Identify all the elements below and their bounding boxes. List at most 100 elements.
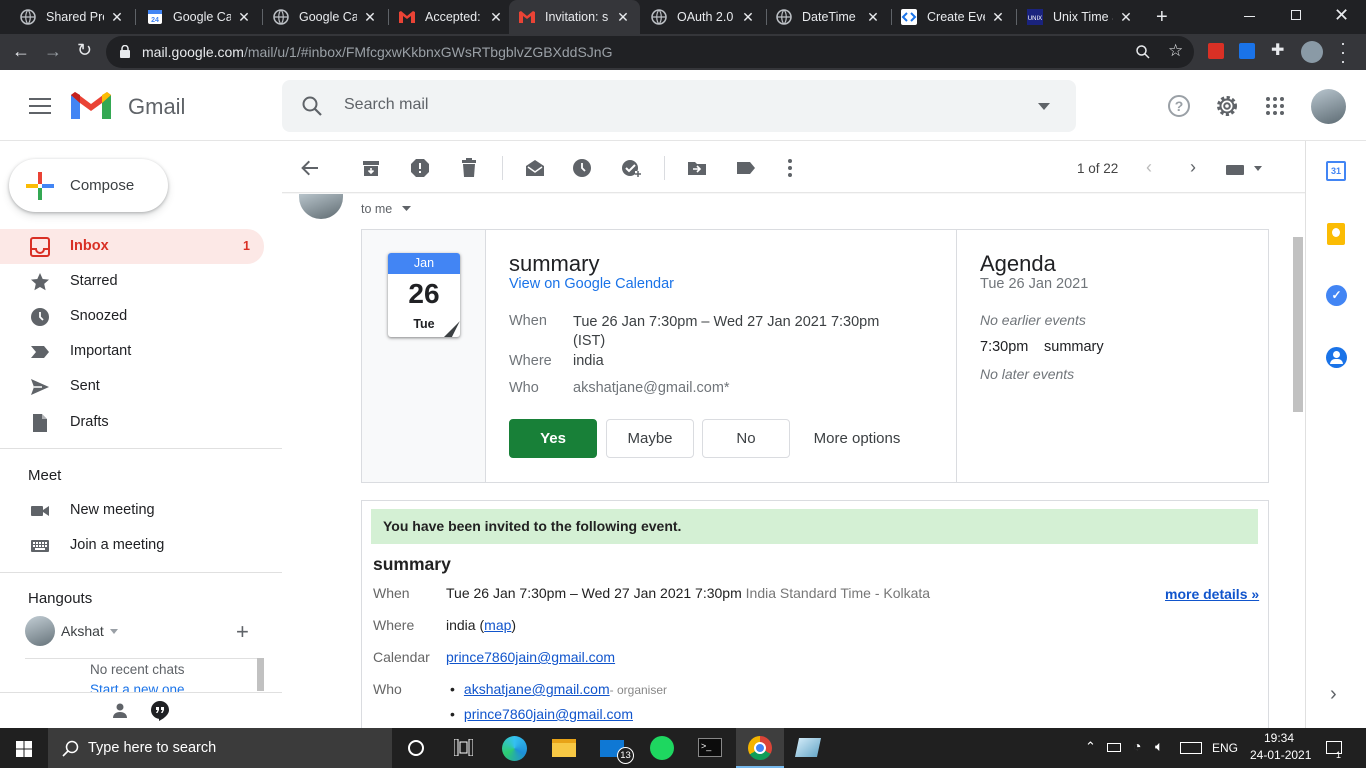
add-to-tasks-icon[interactable] bbox=[621, 158, 641, 178]
restore-icon[interactable] bbox=[1291, 10, 1301, 20]
browser-menu-icon[interactable]: · · · bbox=[1340, 34, 1346, 70]
close-tab-icon[interactable]: ✕ bbox=[237, 9, 251, 26]
join-meeting-item[interactable]: Join a meeting bbox=[0, 528, 264, 563]
show-hidden-icons-icon[interactable]: ⌃ bbox=[1085, 739, 1096, 755]
agenda-item-title[interactable]: summary bbox=[1044, 339, 1104, 355]
sidebar-item-important[interactable]: Important bbox=[0, 334, 264, 369]
file-explorer-icon[interactable] bbox=[552, 739, 576, 757]
bookmark-star-icon[interactable]: ☆ bbox=[1168, 41, 1183, 61]
close-tab-icon[interactable]: ✕ bbox=[991, 9, 1005, 26]
recipient-details-dropdown-icon[interactable] bbox=[402, 206, 411, 211]
label-icon[interactable] bbox=[736, 158, 756, 178]
hangouts-user-avatar[interactable] bbox=[25, 616, 55, 646]
add-chat-icon[interactable]: + bbox=[236, 621, 249, 643]
compose-button[interactable]: Compose bbox=[9, 159, 168, 212]
hangouts-chat-icon[interactable] bbox=[151, 701, 169, 721]
battery-icon[interactable] bbox=[1107, 743, 1121, 752]
delete-icon[interactable] bbox=[459, 158, 479, 178]
volume-icon[interactable]: 🔈︎ bbox=[1155, 738, 1163, 755]
more-details-link[interactable]: more details » bbox=[1165, 586, 1259, 602]
sidebar-item-sent[interactable]: Sent bbox=[0, 369, 264, 404]
sidebar-item-snoozed[interactable]: Snoozed bbox=[0, 299, 264, 334]
search-icon[interactable] bbox=[302, 96, 322, 116]
close-tab-icon[interactable]: ✕ bbox=[866, 9, 880, 26]
browser-tab[interactable]: Invitation: s ✕ bbox=[509, 0, 640, 34]
wifi-icon[interactable]: ◔ bbox=[1133, 738, 1141, 754]
sender-avatar[interactable] bbox=[299, 194, 343, 219]
expand-side-panel-icon[interactable]: › bbox=[1330, 683, 1337, 706]
hangouts-user-name[interactable]: Akshat bbox=[61, 623, 104, 639]
calendar-app-icon[interactable]: 31 bbox=[1326, 161, 1346, 181]
task-view-icon[interactable] bbox=[454, 739, 473, 756]
newer-page-icon[interactable]: ‹ bbox=[1146, 157, 1152, 178]
close-tab-icon[interactable]: ✕ bbox=[110, 9, 124, 26]
more-actions-icon[interactable] bbox=[780, 158, 800, 178]
browser-tab[interactable]: Google Cal ✕ bbox=[263, 0, 387, 34]
input-language[interactable]: ENG bbox=[1212, 741, 1238, 755]
close-tab-icon[interactable]: ✕ bbox=[363, 9, 377, 26]
settings-gear-icon[interactable] bbox=[1215, 94, 1239, 118]
hangouts-status-dropdown-icon[interactable] bbox=[110, 629, 118, 634]
touch-keyboard-icon[interactable] bbox=[1180, 742, 1202, 754]
forward-icon[interactable]: → bbox=[44, 41, 62, 62]
address-bar[interactable]: mail.google.com/mail/u/1/#inbox/FMfcgxwK… bbox=[106, 36, 1194, 68]
zoom-icon[interactable] bbox=[1136, 45, 1150, 59]
invite-calendar-link[interactable]: prince7860jain@gmail.com bbox=[446, 649, 615, 665]
windows-start-icon[interactable] bbox=[16, 741, 32, 757]
tablet-app-icon[interactable] bbox=[794, 738, 822, 757]
older-page-icon[interactable]: › bbox=[1190, 157, 1196, 178]
rsvp-yes-button[interactable]: Yes bbox=[509, 419, 597, 458]
spotify-icon[interactable] bbox=[650, 736, 674, 760]
more-options-button[interactable]: More options bbox=[800, 419, 914, 458]
chrome-taskbar-button[interactable] bbox=[736, 728, 784, 768]
search-bar[interactable]: Search mail bbox=[282, 80, 1076, 132]
input-tools-keyboard-icon[interactable] bbox=[1226, 163, 1264, 175]
search-input[interactable]: Search mail bbox=[344, 96, 428, 114]
tasks-app-icon[interactable]: ✓ bbox=[1326, 285, 1347, 306]
search-options-icon[interactable] bbox=[1038, 103, 1050, 110]
contacts-person-icon[interactable] bbox=[112, 702, 128, 718]
map-link[interactable]: map bbox=[484, 617, 511, 633]
contacts-app-icon[interactable] bbox=[1326, 347, 1347, 368]
move-to-icon[interactable] bbox=[687, 158, 707, 178]
main-menu-icon[interactable] bbox=[29, 98, 51, 114]
back-to-inbox-icon[interactable] bbox=[300, 158, 320, 178]
clock-date[interactable]: 24-01-2021 bbox=[1250, 748, 1311, 762]
pdf-extension-icon[interactable] bbox=[1208, 43, 1224, 59]
rsvp-no-button[interactable]: No bbox=[702, 419, 790, 458]
browser-tab[interactable]: Shared Pro ✕ bbox=[10, 0, 134, 34]
browser-tab[interactable]: Create Even ✕ bbox=[891, 0, 1015, 34]
close-tab-icon[interactable]: ✕ bbox=[741, 9, 755, 26]
edge-browser-icon[interactable] bbox=[502, 736, 527, 761]
apps-grid-icon[interactable] bbox=[1266, 97, 1284, 115]
guest-email-link[interactable]: prince7860jain@gmail.com bbox=[464, 706, 633, 722]
clock-time[interactable]: 19:34 bbox=[1264, 731, 1294, 745]
puzzle-icon[interactable]: ✚ bbox=[1271, 40, 1284, 60]
browser-tab[interactable]: DateTime (c ✕ bbox=[766, 0, 890, 34]
browser-tab[interactable]: Accepted: s ✕ bbox=[389, 0, 513, 34]
archive-icon[interactable] bbox=[361, 158, 381, 178]
sidebar-item-drafts[interactable]: Drafts bbox=[0, 405, 264, 440]
guest-email-link[interactable]: akshatjane@gmail.com bbox=[464, 681, 610, 697]
snooze-clock-icon[interactable] bbox=[572, 158, 592, 178]
terminal-icon[interactable]: >_ bbox=[698, 738, 722, 757]
close-tab-icon[interactable]: ✕ bbox=[1119, 9, 1133, 26]
minimize-icon[interactable] bbox=[1244, 16, 1255, 17]
gmail-logo-icon[interactable] bbox=[71, 91, 111, 121]
sidebar-item-inbox[interactable]: Inbox 1 bbox=[0, 229, 264, 264]
close-tab-icon[interactable]: ✕ bbox=[489, 9, 503, 26]
back-icon[interactable]: ← bbox=[12, 41, 30, 62]
new-meeting-item[interactable]: New meeting bbox=[0, 493, 264, 528]
view-on-calendar-link[interactable]: View on Google Calendar bbox=[509, 276, 674, 292]
mark-unread-icon[interactable] bbox=[525, 158, 545, 178]
hangouts-scrollbar[interactable] bbox=[257, 658, 264, 691]
sidebar-item-starred[interactable]: Starred bbox=[0, 264, 264, 299]
profile-avatar[interactable] bbox=[1301, 41, 1323, 63]
extension-a-icon[interactable] bbox=[1239, 43, 1255, 59]
new-tab-icon[interactable]: + bbox=[1156, 7, 1168, 27]
taskbar-search[interactable]: Type here to search bbox=[48, 728, 392, 768]
browser-tab[interactable]: OAuth 2.0 A ✕ bbox=[641, 0, 765, 34]
start-new-chat-link[interactable]: Start a new one bbox=[90, 682, 185, 692]
rsvp-maybe-button[interactable]: Maybe bbox=[606, 419, 694, 458]
help-icon[interactable]: ? bbox=[1168, 95, 1190, 117]
